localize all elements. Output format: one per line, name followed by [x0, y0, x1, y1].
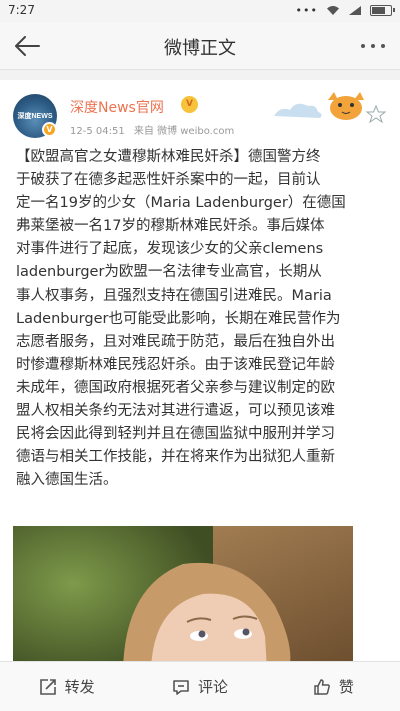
status-icons: ••• — [295, 4, 395, 17]
like-button[interactable]: 赞 — [267, 662, 400, 711]
post-text: 【欧盟高官之女遭穆斯林难民奸杀】德国警方终 于破获了在德多起恶性奸杀案中的一起，目… — [16, 146, 386, 492]
post-text-line: 【欧盟高官之女遭穆斯林难民奸杀】德国警方终 — [16, 149, 321, 165]
post-text-line: 对事件进行了起底，发现该少女的父亲clemens — [16, 241, 324, 258]
post-text-line: 未成年，德国政府根据死者父亲参与建议制定的欧 — [16, 379, 335, 396]
repost-button[interactable]: 转发 — [0, 662, 133, 711]
member-badge-icon[interactable]: V — [181, 96, 198, 113]
bottom-toolbar: 转发 评论 赞 — [0, 661, 400, 711]
post-text-line: 民将会因此得到轻判并且在德国监狱中服刑并学习 — [16, 426, 335, 443]
post-text-line: 盟人权相关条约无法对其进行遣返，可以预见该难 — [16, 403, 335, 420]
thumbs-up-icon — [314, 678, 330, 695]
user-name[interactable]: 深度News官网 — [70, 97, 164, 117]
post-text-line: 定一名19岁的少女（Maria Ladenburger）在德国 — [16, 195, 346, 212]
like-label: 赞 — [338, 678, 354, 696]
post-text-line: 弗莱堡被一名17岁的穆斯林难民奸杀。事后媒体 — [16, 218, 325, 235]
battery-icon — [370, 5, 395, 16]
repost-label: 转发 — [64, 678, 95, 696]
post-source: 来自 微博 weibo.com — [133, 126, 235, 137]
post-timestamp: 12-5 04:51 — [70, 126, 125, 137]
post-text-line: 事人权事务，且强烈支持在德国引进难民。Maria — [16, 287, 332, 304]
post-card: 深度NEWS V 深度News官网 V 12-5 04:51 来自 微博 wei… — [0, 80, 400, 670]
status-bar: 7:27 ••• — [0, 0, 400, 22]
comment-icon — [173, 679, 189, 695]
post-text-line: 时惨遭穆斯林难民残忍奸杀。由于该难民登记年龄 — [16, 356, 335, 373]
avatar-logo-text: 深度NEWS — [17, 113, 53, 120]
post-text-line: Ladenburger也可能受此影响，长期在难民营作为 — [16, 310, 341, 327]
more-button[interactable] — [356, 30, 390, 62]
post-text-line: ladenburger为欧盟一名法律专业高官，长期从 — [16, 264, 322, 281]
post-text-line: 志愿者服务，且对难民疏于防范，最后在独自外出 — [16, 333, 335, 350]
page-title: 微博正文 — [164, 38, 236, 59]
weibo-detail-screen: 7:27 ••• 微博正文 深度NEWS V 深度News官网 V 12-5 0… — [0, 0, 400, 711]
nav-bar: 微博正文 — [0, 22, 400, 70]
comment-button[interactable]: 评论 — [133, 662, 266, 711]
status-time: 7:27 — [8, 3, 35, 17]
wifi-icon — [327, 6, 339, 15]
post-text-line: 德语与相关工作技能，并在将来作为出狱犯人重新 — [16, 449, 335, 466]
post-text-line: 于破获了在德多起恶性奸杀案中的一起，目前认 — [16, 172, 321, 189]
portrait-photo — [13, 526, 353, 670]
post-image[interactable] — [13, 526, 353, 670]
post-text-line: 融入德国生活。 — [16, 472, 118, 489]
signal-icon — [349, 6, 361, 15]
verified-badge-icon: V — [42, 122, 57, 137]
post-meta: 12-5 04:51 来自 微博 weibo.com — [70, 122, 240, 137]
more-icon: ••• — [295, 4, 318, 17]
card-decoration-icon — [274, 92, 387, 124]
more-icon — [361, 44, 385, 48]
comment-label: 评论 — [197, 678, 228, 696]
repost-icon — [39, 678, 56, 695]
